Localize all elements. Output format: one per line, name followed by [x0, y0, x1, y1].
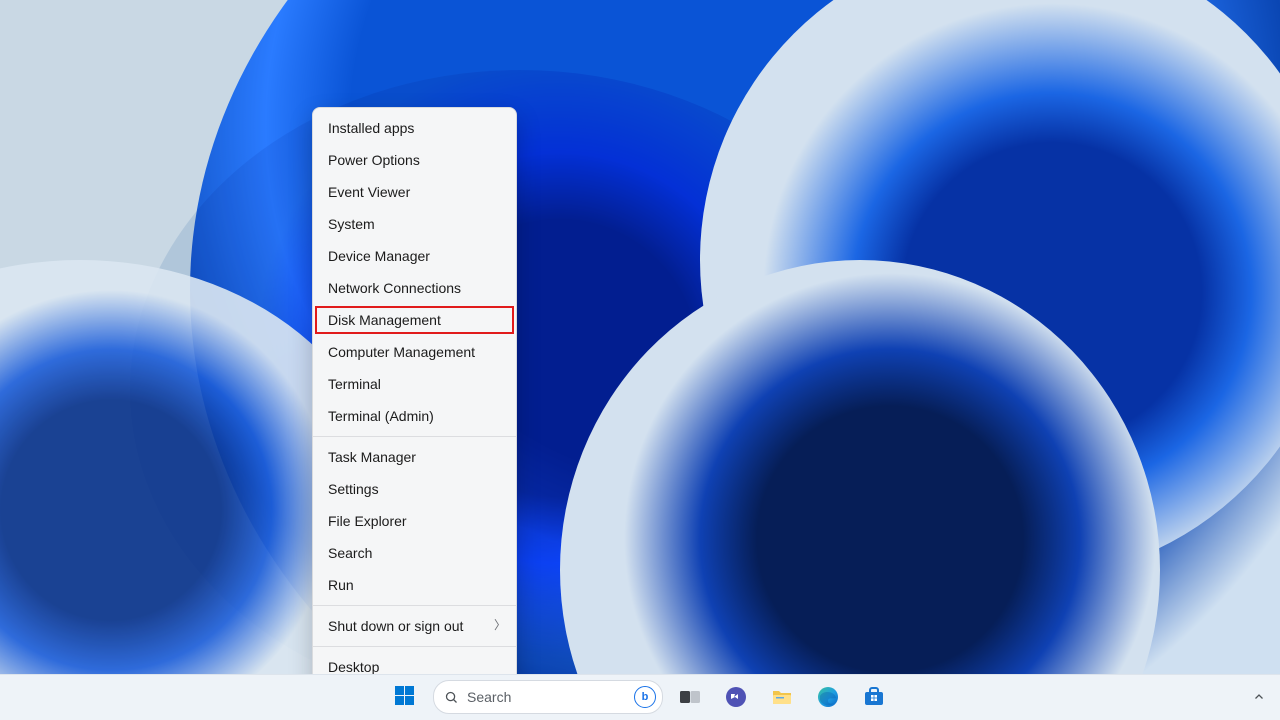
menu-item-label: Installed apps	[328, 120, 414, 136]
menu-item-label: Disk Management	[328, 312, 441, 328]
chat-button[interactable]	[717, 678, 755, 716]
chat-icon	[724, 685, 748, 709]
file-explorer-button[interactable]	[763, 678, 801, 716]
menu-separator	[313, 605, 516, 606]
menu-item-device-manager[interactable]: Device Manager	[313, 240, 516, 272]
taskbar: Search b	[0, 674, 1280, 720]
menu-separator	[313, 646, 516, 647]
search-icon	[444, 690, 459, 705]
system-tray	[1246, 674, 1272, 720]
menu-item-label: Event Viewer	[328, 184, 410, 200]
menu-item-task-manager[interactable]: Task Manager	[313, 441, 516, 473]
menu-item-label: Terminal	[328, 376, 381, 392]
bing-icon: b	[634, 686, 656, 708]
task-view-button[interactable]	[671, 678, 709, 716]
menu-item-event-viewer[interactable]: Event Viewer	[313, 176, 516, 208]
tray-overflow-button[interactable]	[1246, 684, 1272, 710]
chevron-up-icon	[1253, 691, 1265, 703]
edge-icon	[816, 685, 840, 709]
menu-item-label: Desktop	[328, 659, 379, 675]
menu-item-disk-management[interactable]: Disk Management	[313, 304, 516, 336]
menu-item-label: Power Options	[328, 152, 420, 168]
menu-separator	[313, 436, 516, 437]
desktop-wallpaper	[0, 0, 1280, 720]
menu-item-label: Device Manager	[328, 248, 430, 264]
menu-item-label: File Explorer	[328, 513, 407, 529]
taskbar-center: Search b	[387, 674, 893, 720]
menu-item-shutdown-signout[interactable]: Shut down or sign out 〉	[313, 610, 516, 642]
menu-item-label: Task Manager	[328, 449, 416, 465]
menu-item-installed-apps[interactable]: Installed apps	[313, 112, 516, 144]
menu-item-label: Computer Management	[328, 344, 475, 360]
menu-item-power-options[interactable]: Power Options	[313, 144, 516, 176]
menu-item-search[interactable]: Search	[313, 537, 516, 569]
menu-item-label: Settings	[328, 481, 379, 497]
menu-item-label: Network Connections	[328, 280, 461, 296]
menu-item-run[interactable]: Run	[313, 569, 516, 601]
store-icon	[862, 685, 886, 709]
menu-item-label: Shut down or sign out	[328, 618, 463, 634]
start-context-menu: Installed apps Power Options Event Viewe…	[312, 107, 517, 688]
menu-item-network-connections[interactable]: Network Connections	[313, 272, 516, 304]
edge-button[interactable]	[809, 678, 847, 716]
menu-item-label: Run	[328, 577, 354, 593]
menu-item-settings[interactable]: Settings	[313, 473, 516, 505]
menu-item-terminal[interactable]: Terminal	[313, 368, 516, 400]
taskbar-search[interactable]: Search b	[433, 680, 663, 714]
windows-logo-icon	[395, 686, 417, 708]
chevron-right-icon: 〉	[494, 616, 506, 634]
menu-item-label: Terminal (Admin)	[328, 408, 434, 424]
menu-item-file-explorer[interactable]: File Explorer	[313, 505, 516, 537]
menu-item-label: Search	[328, 545, 372, 561]
folder-icon	[770, 685, 794, 709]
task-view-icon	[678, 685, 702, 709]
start-button[interactable]	[387, 678, 425, 716]
menu-item-terminal-admin[interactable]: Terminal (Admin)	[313, 400, 516, 432]
menu-item-computer-management[interactable]: Computer Management	[313, 336, 516, 368]
menu-item-system[interactable]: System	[313, 208, 516, 240]
menu-item-label: System	[328, 216, 375, 232]
microsoft-store-button[interactable]	[855, 678, 893, 716]
search-placeholder: Search	[467, 689, 626, 705]
